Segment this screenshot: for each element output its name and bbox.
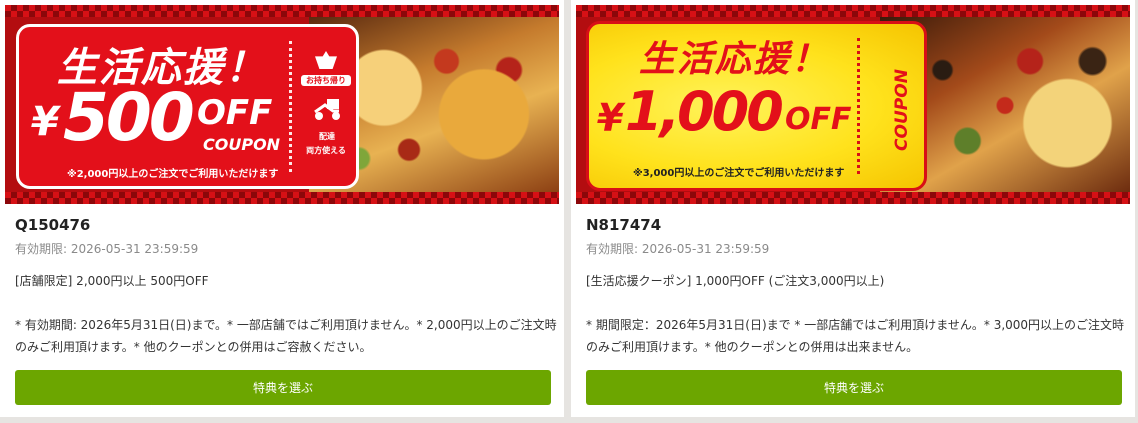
coupon-ticket-graphic: 生活応援！ ¥ 500 OFF COUPON ※2,000円以上のご注文でご利用… (16, 24, 359, 189)
banner-currency: ¥ (597, 96, 624, 140)
select-benefit-button[interactable]: 特典を選ぶ (15, 370, 551, 405)
coupon-ticket-graphic: 生活応援！ ¥ 1,000 OFF ※3,000円以上のご注文でご利用いただけま… (586, 21, 927, 191)
banner-slogan: 生活応援！ (639, 39, 830, 80)
checker-border-top (576, 5, 1130, 17)
stub-both-label: 両方使える (306, 146, 346, 155)
coupon-code: Q150476 (15, 216, 91, 234)
stub-delivery-label: 配達 (319, 132, 335, 141)
coupon-banner-image: 生活応援！ ¥ 500 OFF COUPON ※2,000円以上のご注文でご利用… (5, 5, 559, 204)
coupon-code: N817474 (586, 216, 662, 234)
perforation-line (289, 41, 292, 172)
coupon-expiry: 有効期限: 2026-05-31 23:59:59 (586, 242, 770, 256)
stub-takeout-label: お持ち帰り (301, 75, 351, 86)
banner-off: OFF (785, 102, 852, 137)
coupon-summary: [店舗限定] 2,000円以上 500円OFF (15, 274, 209, 288)
coupon-terms: * 有効期間: 2026年5月31日(日)まで。* 一部店舗ではご利用頂けません… (15, 318, 557, 354)
checker-border-bottom (576, 192, 1130, 204)
checker-border-bottom (5, 192, 559, 204)
takeout-icon (315, 51, 337, 69)
banner-note: ※3,000円以上のご注文でご利用いただけます (633, 168, 845, 179)
coupon-terms: * 期間限定：2026年5月31日(日)まで * 一部店舗ではご利用頂けません。… (586, 318, 1125, 354)
banner-amount: 500 (63, 79, 195, 156)
coupon-summary: [生活応援クーポン] 1,000円OFF (ご注文3,000円以上) (586, 274, 885, 288)
banner-currency: ¥ (31, 99, 59, 145)
checker-border-top (5, 5, 559, 17)
coupon-card-1000: 生活応援！ ¥ 1,000 OFF ※3,000円以上のご注文でご利用いただけま… (571, 0, 1135, 417)
coupon-card-500: 生活応援！ ¥ 500 OFF COUPON ※2,000円以上のご注文でご利用… (0, 0, 564, 417)
banner-off: OFF (197, 93, 273, 133)
coupon-banner-image: 生活応援！ ¥ 1,000 OFF ※3,000円以上のご注文でご利用いただけま… (576, 5, 1130, 204)
delivery-scooter-icon (311, 97, 343, 121)
coupon-expiry: 有効期限: 2026-05-31 23:59:59 (15, 242, 199, 256)
select-benefit-button[interactable]: 特典を選ぶ (586, 370, 1122, 405)
banner-coupon-text: COUPON (891, 69, 912, 151)
perforation-line (857, 38, 860, 174)
banner-coupon-text: COUPON (203, 135, 281, 154)
banner-amount: 1,000 (625, 80, 784, 143)
banner-note: ※2,000円以上のご注文でご利用いただけます (67, 169, 279, 180)
